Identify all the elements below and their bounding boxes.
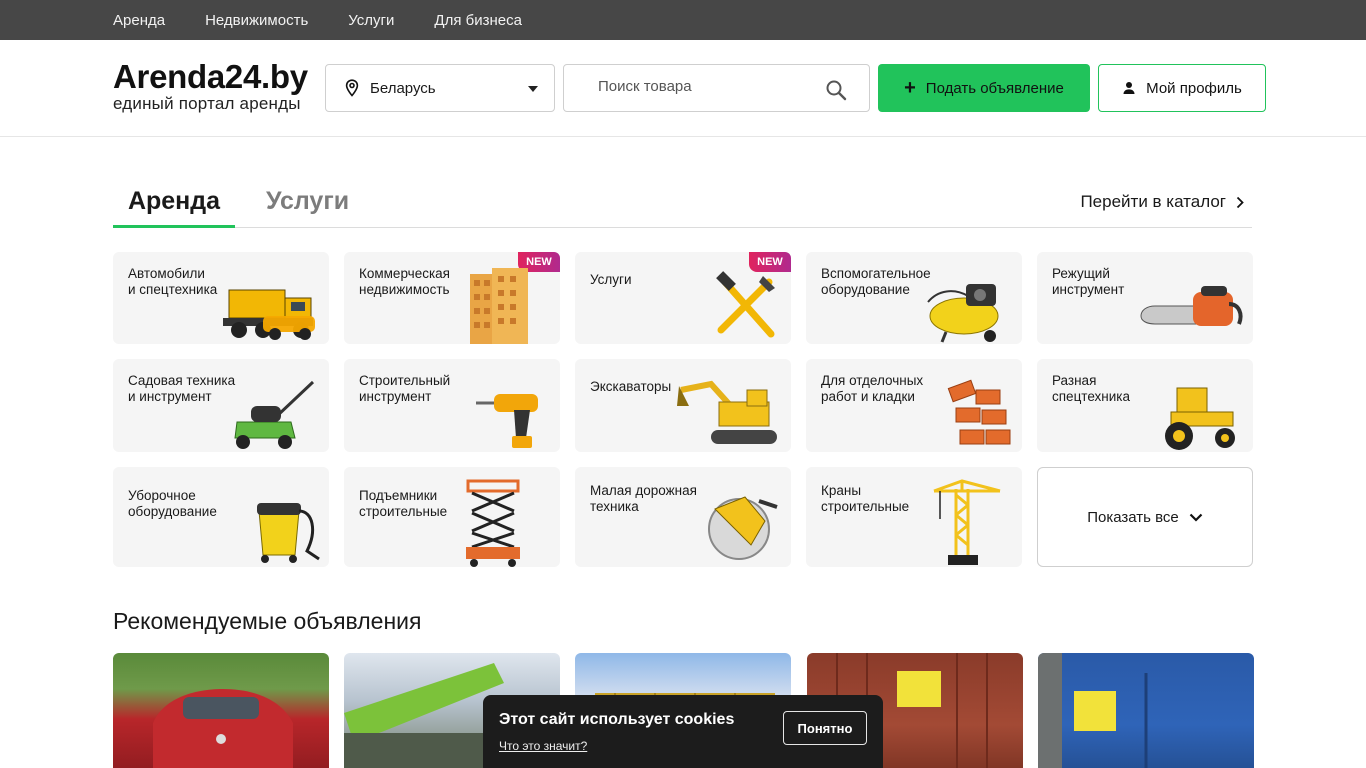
- search-box: [563, 64, 870, 112]
- post-ad-button[interactable]: + Подать объявление: [878, 64, 1090, 112]
- logo[interactable]: Arenda24.by единый портал аренды: [113, 59, 308, 113]
- user-icon: [1123, 82, 1135, 94]
- map-pin-icon: [345, 79, 359, 97]
- excavator-icon: [677, 380, 777, 444]
- blue-container-photo: [1038, 653, 1148, 768]
- bricks-icon: [947, 379, 1011, 445]
- search-input[interactable]: [598, 78, 818, 95]
- road-saw-icon: [708, 496, 778, 560]
- category-card-road[interactable]: Малая дорожная техника: [575, 467, 791, 567]
- catalog-link[interactable]: Перейти в каталог: [1080, 192, 1244, 212]
- show-all-label: Показать все: [1087, 508, 1179, 526]
- category-card-cutting[interactable]: Режущий инструмент: [1037, 252, 1253, 344]
- tractor-icon: [1165, 387, 1235, 450]
- top-nav-realty[interactable]: Недвижимость: [205, 12, 308, 29]
- search-icon[interactable]: [825, 79, 847, 101]
- site-header: Arenda24.by единый портал аренды Беларус…: [0, 40, 1366, 137]
- plus-icon: +: [904, 76, 916, 99]
- profile-button[interactable]: Мой профиль: [1098, 64, 1266, 112]
- top-nav-rent[interactable]: Аренда: [113, 12, 165, 29]
- category-card-lifts[interactable]: Подъемники строительные: [344, 467, 560, 567]
- listing-card-blue-container[interactable]: [1038, 653, 1254, 768]
- recommended-title: Рекомендуемые объявления: [113, 608, 422, 634]
- category-label: Малая дорожная техника: [590, 483, 697, 514]
- cookie-info-link[interactable]: Что это значит?: [499, 739, 587, 753]
- category-card-commercial[interactable]: Коммерческая недвижимость NEW: [344, 252, 560, 344]
- category-label: Строительный инструмент: [359, 373, 451, 404]
- tab-rent[interactable]: Аренда: [113, 179, 235, 228]
- category-label: Садовая техника и инструмент: [128, 373, 236, 404]
- chevron-right-icon: [1236, 196, 1244, 208]
- building-icon: [470, 268, 528, 344]
- top-nav-services[interactable]: Услуги: [348, 12, 394, 29]
- category-label: Краны строительные: [821, 483, 910, 514]
- listing-card-red-car[interactable]: [113, 653, 329, 768]
- category-label: Уборочное оборудование: [128, 488, 217, 519]
- category-tabs: Аренда Услуги Перейти в каталог: [113, 179, 1252, 228]
- category-card-finishing[interactable]: Для отделочных работ и кладки: [806, 359, 1022, 452]
- cookie-title: Этот сайт использует cookies: [499, 711, 735, 728]
- category-card-cranes[interactable]: Краны строительные: [806, 467, 1022, 567]
- category-card-cleaning[interactable]: Уборочное оборудование: [113, 467, 329, 567]
- top-nav: Аренда Недвижимость Услуги Для бизнеса: [0, 0, 1366, 40]
- cookie-accept-button[interactable]: Понятно: [783, 711, 867, 745]
- compressor-icon: [927, 284, 999, 343]
- category-card-services[interactable]: Услуги NEW: [575, 252, 791, 344]
- top-nav-business[interactable]: Для бизнеса: [434, 12, 522, 29]
- category-card-misc-machinery[interactable]: Разная спецтехника: [1037, 359, 1253, 452]
- category-label: Разная спецтехника: [1052, 373, 1131, 404]
- region-value: Беларусь: [370, 79, 436, 97]
- post-ad-label: Подать объявление: [925, 79, 1064, 97]
- chevron-down-icon: [528, 86, 538, 92]
- logo-subtitle: единый портал аренды: [113, 94, 301, 113]
- category-card-construction-tools[interactable]: Строительный инструмент: [344, 359, 560, 452]
- scissor-lift-icon: [466, 479, 520, 567]
- lawnmower-icon: [234, 380, 315, 449]
- category-label: Подъемники строительные: [359, 488, 448, 519]
- chevron-down-icon: [1189, 513, 1203, 522]
- tools-icon: [716, 271, 775, 338]
- category-label: Вспомогательное оборудование: [821, 266, 931, 297]
- logo-title: Arenda24.by: [113, 58, 308, 95]
- truck-icon: [223, 289, 315, 340]
- vacuum-icon: [257, 503, 320, 563]
- category-label: Услуги: [590, 272, 632, 287]
- tab-services[interactable]: Услуги: [266, 179, 349, 228]
- profile-label: Мой профиль: [1146, 79, 1242, 97]
- category-card-garden[interactable]: Садовая техника и инструмент: [113, 359, 329, 452]
- drill-icon: [476, 394, 538, 448]
- crane-icon: [933, 479, 1001, 565]
- region-select[interactable]: Беларусь: [325, 64, 555, 112]
- category-card-excavators[interactable]: Экскаваторы: [575, 359, 791, 452]
- show-all-button[interactable]: Показать все: [1037, 467, 1253, 567]
- category-card-vehicles[interactable]: Автомобили и спецтехника: [113, 252, 329, 344]
- cookie-banner: Этот сайт использует cookies Что это зна…: [483, 695, 883, 768]
- category-label: Коммерческая недвижимость: [359, 266, 450, 297]
- chainsaw-icon: [1140, 286, 1243, 326]
- category-card-auxiliary[interactable]: Вспомогательное оборудование: [806, 252, 1022, 344]
- category-label: Для отделочных работ и кладки: [821, 373, 924, 404]
- red-car-photo: [153, 689, 293, 768]
- catalog-link-label: Перейти в каталог: [1080, 192, 1226, 211]
